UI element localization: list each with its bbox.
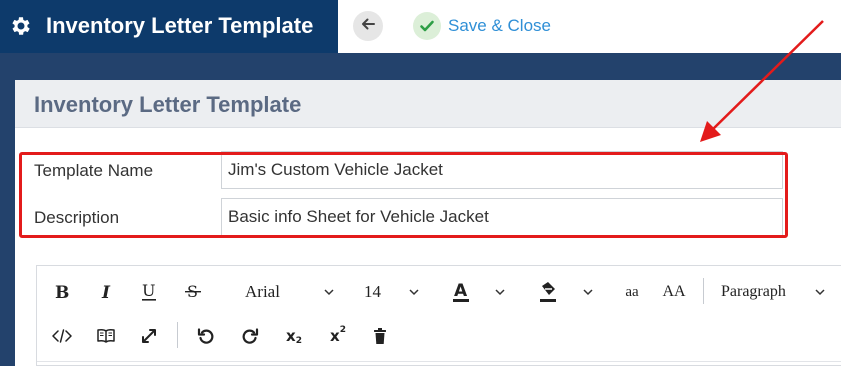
svg-text:I: I (101, 283, 111, 301)
uppercase-button[interactable]: AA (659, 280, 689, 304)
lowercase-button[interactable]: aa (620, 280, 644, 304)
bold-button[interactable]: B (51, 280, 73, 304)
chevron-down-icon (814, 283, 826, 301)
template-name-input[interactable]: Jim's Custom Vehicle Jacket (221, 151, 783, 189)
svg-text:A: A (454, 281, 468, 301)
subscript-mark: 2 (295, 336, 302, 346)
expand-icon (142, 329, 156, 343)
font-family-value: Arial (245, 282, 280, 301)
block-format-value: Paragraph (721, 283, 786, 300)
code-icon (52, 329, 72, 343)
paint-bucket-icon (540, 282, 556, 302)
arrow-left-icon (360, 16, 376, 37)
toolbar-divider (177, 322, 178, 348)
editor-toolbar-divider (37, 361, 841, 362)
font-family-select[interactable]: Arial (245, 280, 345, 304)
lowercase-label: aa (625, 283, 639, 300)
fullscreen-button[interactable] (138, 324, 160, 348)
save-close-button[interactable]: Save & Close (413, 11, 551, 41)
app-title-bar: Inventory Letter Template (0, 0, 338, 53)
source-code-button[interactable] (51, 324, 73, 348)
panel-header: Inventory Letter Template (15, 80, 841, 128)
toolbar-divider (703, 278, 704, 304)
text-color-icon: A (453, 281, 469, 302)
text-color-button[interactable]: A (450, 280, 472, 304)
uppercase-label: AA (662, 283, 686, 300)
svg-text:U: U (142, 282, 155, 300)
superscript-button[interactable]: x 2 (326, 324, 350, 348)
page-title: Inventory Letter Template (46, 13, 314, 38)
strikethrough-button[interactable]: S (182, 280, 204, 304)
subscript-x: x (286, 327, 296, 345)
superscript-x: x (330, 327, 340, 345)
italic-icon: I (101, 283, 111, 301)
strikethrough-icon: S (185, 282, 201, 301)
font-size-value: 14 (364, 282, 381, 301)
svg-text:B: B (55, 283, 69, 301)
chevron-down-icon (582, 283, 594, 301)
highlight-color-dropdown[interactable] (580, 280, 596, 304)
undo-button[interactable] (195, 324, 217, 348)
font-size-select[interactable]: 14 (364, 280, 424, 304)
gear-icon[interactable] (9, 14, 33, 38)
highlight-color-button[interactable] (537, 280, 559, 304)
preview-button[interactable] (95, 324, 117, 348)
block-format-select[interactable]: Paragraph (721, 280, 831, 304)
chevron-down-icon (494, 283, 506, 301)
back-button[interactable] (353, 11, 383, 41)
toolbar-row-1: B I U S Arial 14 A aa AA Paragraph (37, 272, 841, 312)
check-icon (413, 12, 441, 40)
chevron-down-icon (408, 283, 420, 301)
italic-button[interactable]: I (95, 280, 117, 304)
underline-button[interactable]: U (138, 280, 160, 304)
bold-icon: B (55, 283, 69, 301)
top-bar: Inventory Letter Template Save & Close (0, 0, 841, 53)
toolbar-row-2: x 2 x 2 (37, 316, 841, 356)
subscript-button[interactable]: x 2 (282, 324, 306, 348)
save-close-label: Save & Close (448, 16, 551, 35)
rich-text-editor: B I U S Arial 14 A aa AA Paragraph x 2 x… (36, 265, 841, 366)
description-input[interactable]: Basic info Sheet for Vehicle Jacket (221, 198, 783, 236)
description-label: Description (34, 208, 120, 227)
undo-icon (197, 328, 214, 344)
panel-title: Inventory Letter Template (34, 92, 302, 117)
trash-icon (374, 328, 386, 344)
chevron-down-icon (323, 283, 335, 301)
redo-button[interactable] (239, 324, 261, 348)
redo-icon (242, 328, 259, 344)
superscript-mark: 2 (339, 325, 346, 335)
delete-button[interactable] (370, 324, 390, 348)
book-icon (97, 328, 115, 343)
template-name-label: Template Name (34, 161, 154, 180)
underline-icon: U (142, 282, 156, 301)
text-color-dropdown[interactable] (492, 280, 508, 304)
